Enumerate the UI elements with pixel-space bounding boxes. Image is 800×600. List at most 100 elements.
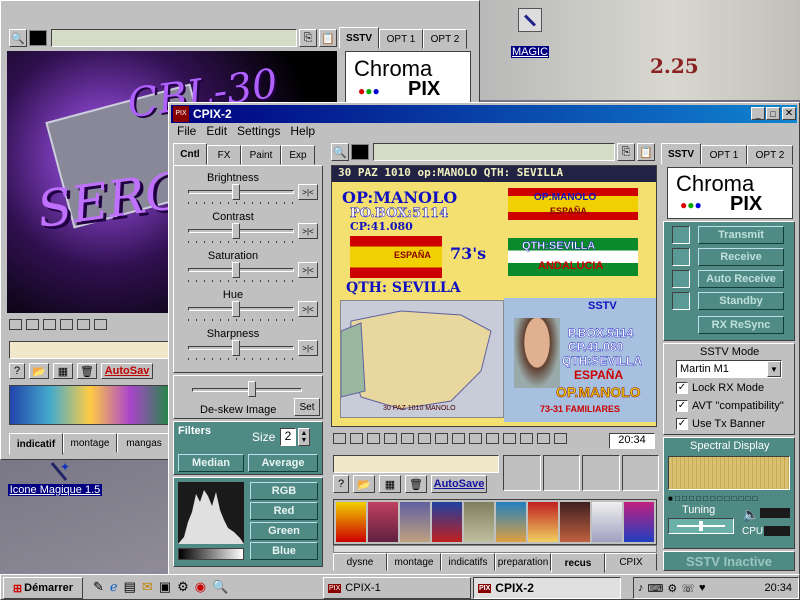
tab-preparation[interactable]: preparation [495,553,551,571]
tab-montage[interactable]: montage [63,433,117,453]
tab-opt2[interactable]: OPT 2 [423,29,467,49]
delete-icon[interactable]: 🗑 [77,363,97,379]
tab-opt1[interactable]: OPT 1 [701,145,747,165]
tab-sstv[interactable]: SSTV [661,143,701,165]
zoom-icon[interactable]: 🔍 [331,143,349,161]
delete-icon[interactable]: 🗑 [405,475,427,493]
tab-dysne[interactable]: dysne [333,553,387,571]
tab-fx[interactable]: FX [207,145,241,165]
view-button[interactable] [43,319,56,330]
thumbnail-scrollbar[interactable] [333,545,657,553]
tray-icon[interactable]: ♪ [638,582,644,594]
thumbnail[interactable] [560,502,590,542]
app-icon[interactable]: ▣ [159,579,171,597]
maximize-button[interactable]: □ [766,107,780,120]
browser-icon[interactable]: ℯ [110,579,118,597]
slider-reset-button[interactable]: >|< [298,184,318,200]
view-button[interactable] [435,433,448,444]
preview-slot[interactable] [582,455,620,491]
desktop-icon-magique[interactable]: ✦ Icone Magique 1.5 [0,458,110,504]
color-swatch[interactable] [29,30,47,46]
thumbnail[interactable] [336,502,366,542]
tab-sstv[interactable]: SSTV [339,27,379,49]
deskew-slider[interactable] [248,381,257,397]
view-button[interactable] [9,319,22,330]
view-button[interactable] [486,433,499,444]
tray-icon[interactable]: ⚙ [667,582,677,595]
autosave-button[interactable]: AutoSave [431,475,487,493]
view-button[interactable] [26,319,39,330]
tab-recus[interactable]: recus [551,553,605,573]
speaker-icon[interactable]: 🔈 [742,506,759,523]
sstv-mode-select[interactable]: Martin M1 ▼ [676,360,782,378]
copy-icon[interactable]: ⎘ [617,143,635,161]
minimize-button[interactable]: _ [751,107,765,120]
tab-indicatif[interactable]: indicatif [9,433,63,455]
paste-icon[interactable]: 📋 [319,29,337,47]
tray-icon[interactable]: ☏ [681,582,695,595]
tray-icon[interactable]: ♥ [699,582,706,594]
auto-receive-button[interactable]: Auto Receive [698,270,784,288]
view-button[interactable] [418,433,431,444]
view-button[interactable] [350,433,363,444]
view-button[interactable] [333,433,346,444]
tab-mangas[interactable]: mangas [117,433,171,453]
scan-icon[interactable]: ▦ [53,363,73,379]
outlook-icon[interactable]: ✉ [142,579,153,597]
checkbox-avt[interactable]: ✓ AVT "compatibility" [676,400,784,412]
view-button[interactable] [520,433,533,444]
menu-edit[interactable]: Edit [206,124,227,142]
thumbnail[interactable] [432,502,462,542]
start-button[interactable]: ⊞ Démarrer [3,577,83,599]
slider-thumb[interactable] [232,262,241,278]
slider-thumb[interactable] [232,223,241,239]
rgb-button[interactable]: RGB [250,482,318,500]
slider-thumb[interactable] [232,301,241,317]
receive-button[interactable]: Receive [698,248,784,266]
view-button[interactable] [537,433,550,444]
menu-settings[interactable]: Settings [237,124,280,142]
standby-button[interactable]: Standby [698,292,784,310]
transmit-button[interactable]: Transmit [698,226,784,244]
view-button[interactable] [367,433,380,444]
task-cpix2[interactable]: PIX CPIX-2 [473,577,621,599]
slider-reset-button[interactable]: >|< [298,262,318,278]
view-button[interactable] [469,433,482,444]
preview-slot[interactable] [503,455,541,491]
green-button[interactable]: Green [250,522,318,540]
size-field[interactable]: 2 [280,428,296,446]
quicklaunch-icon[interactable]: ✎ [93,579,104,597]
thumbnail[interactable] [368,502,398,542]
help-icon[interactable]: ? [9,363,25,379]
cpix1-input[interactable] [9,341,171,359]
menu-file[interactable]: File [177,124,196,142]
volume-bar[interactable] [760,508,790,518]
view-button[interactable] [60,319,73,330]
scan-icon[interactable]: ▦ [379,475,401,493]
thumbnail[interactable] [624,502,654,542]
checkbox-box[interactable]: ✓ [676,382,688,394]
slider-reset-button[interactable]: >|< [298,301,318,317]
checkbox-box[interactable]: ✓ [676,400,688,412]
close-button[interactable]: ✕ [782,107,796,120]
tray-icon[interactable]: ⌨ [648,582,664,595]
checkbox-lock-rx[interactable]: ✓ Lock RX Mode [676,382,764,394]
blue-button[interactable]: Blue [250,542,318,560]
open-icon[interactable]: 📂 [29,363,49,379]
tab-cntl[interactable]: Cntl [173,143,207,165]
slider-thumb[interactable] [232,184,241,200]
view-button[interactable] [452,433,465,444]
search-icon[interactable]: 🔍 [212,579,228,597]
tab-paint[interactable]: Paint [241,145,281,165]
chart-icon[interactable]: ▤ [124,579,136,597]
checkbox-tx-banner[interactable]: ✓ Use Tx Banner [676,418,765,430]
zoom-icon[interactable]: 🔍 [9,29,27,47]
deskew-set-button[interactable]: Set [294,398,320,416]
tab-montage[interactable]: montage [387,553,441,571]
thumbnail[interactable] [528,502,558,542]
filename-field[interactable] [373,143,615,161]
color-swatch[interactable] [351,144,369,160]
thumbnail[interactable] [464,502,494,542]
help-icon[interactable]: ? [333,475,349,493]
rx-resync-button[interactable]: RX ReSync [698,316,784,334]
